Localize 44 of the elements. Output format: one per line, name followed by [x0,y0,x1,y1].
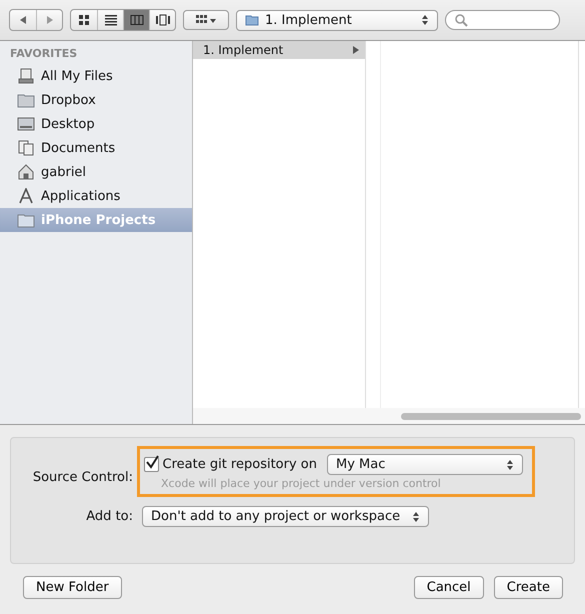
desktop-icon [17,116,35,132]
hint-text: Xcode will place your project under version control [161,477,442,490]
sidebar-item[interactable]: gabriel [0,160,192,184]
sidebar-item[interactable]: Applications [0,184,192,208]
scrollbar-thumb[interactable] [401,412,581,420]
folder-icon [17,92,35,108]
disclosure-icon [352,46,360,54]
sidebar-item[interactable]: Desktop [0,112,192,136]
stepper-icon [421,14,429,26]
sidebar-item[interactable]: Dropbox [0,88,192,112]
stepper-icon [412,510,420,522]
back-icon [18,15,28,25]
list-icon [104,14,118,26]
checkbox[interactable] [144,457,159,472]
forward-icon [44,15,54,25]
document-icon [17,140,35,156]
columns-icon [130,14,144,26]
field-label: Source Control: [32,470,134,485]
cancel-button[interactable]: Cancel [414,576,484,599]
location-popup[interactable]: My Mac [327,454,523,475]
folder-icon [17,212,35,228]
field-label: Add to: [85,509,134,524]
sidebar-heading: FAVORITES [9,47,78,62]
stack-icon [17,68,35,84]
checkbox-label: Create git repository on [162,457,317,472]
coverflow-icon [156,14,170,26]
stepper-icon [506,458,514,470]
apps-icon [17,188,35,204]
create-button[interactable]: Create [494,576,563,599]
sidebar-item[interactable]: Documents [0,136,192,160]
arrange-icon [195,14,217,26]
sidebar-item[interactable]: All My Files [0,64,192,88]
grid-icon [77,14,91,26]
checkmark-icon [145,455,159,469]
house-icon [17,164,35,180]
path-popup[interactable]: 1. Implement [236,10,438,30]
search-field[interactable] [445,10,560,30]
arrange-button[interactable] [183,10,229,30]
add-to-popup[interactable]: Don't add to any project or workspace [142,506,429,527]
search-icon [454,13,468,27]
columns-view-button[interactable] [123,10,149,30]
new-folder-button[interactable]: New Folder [23,576,122,599]
folder-row[interactable]: 1. Implement [193,41,365,59]
folder-icon [245,14,259,26]
